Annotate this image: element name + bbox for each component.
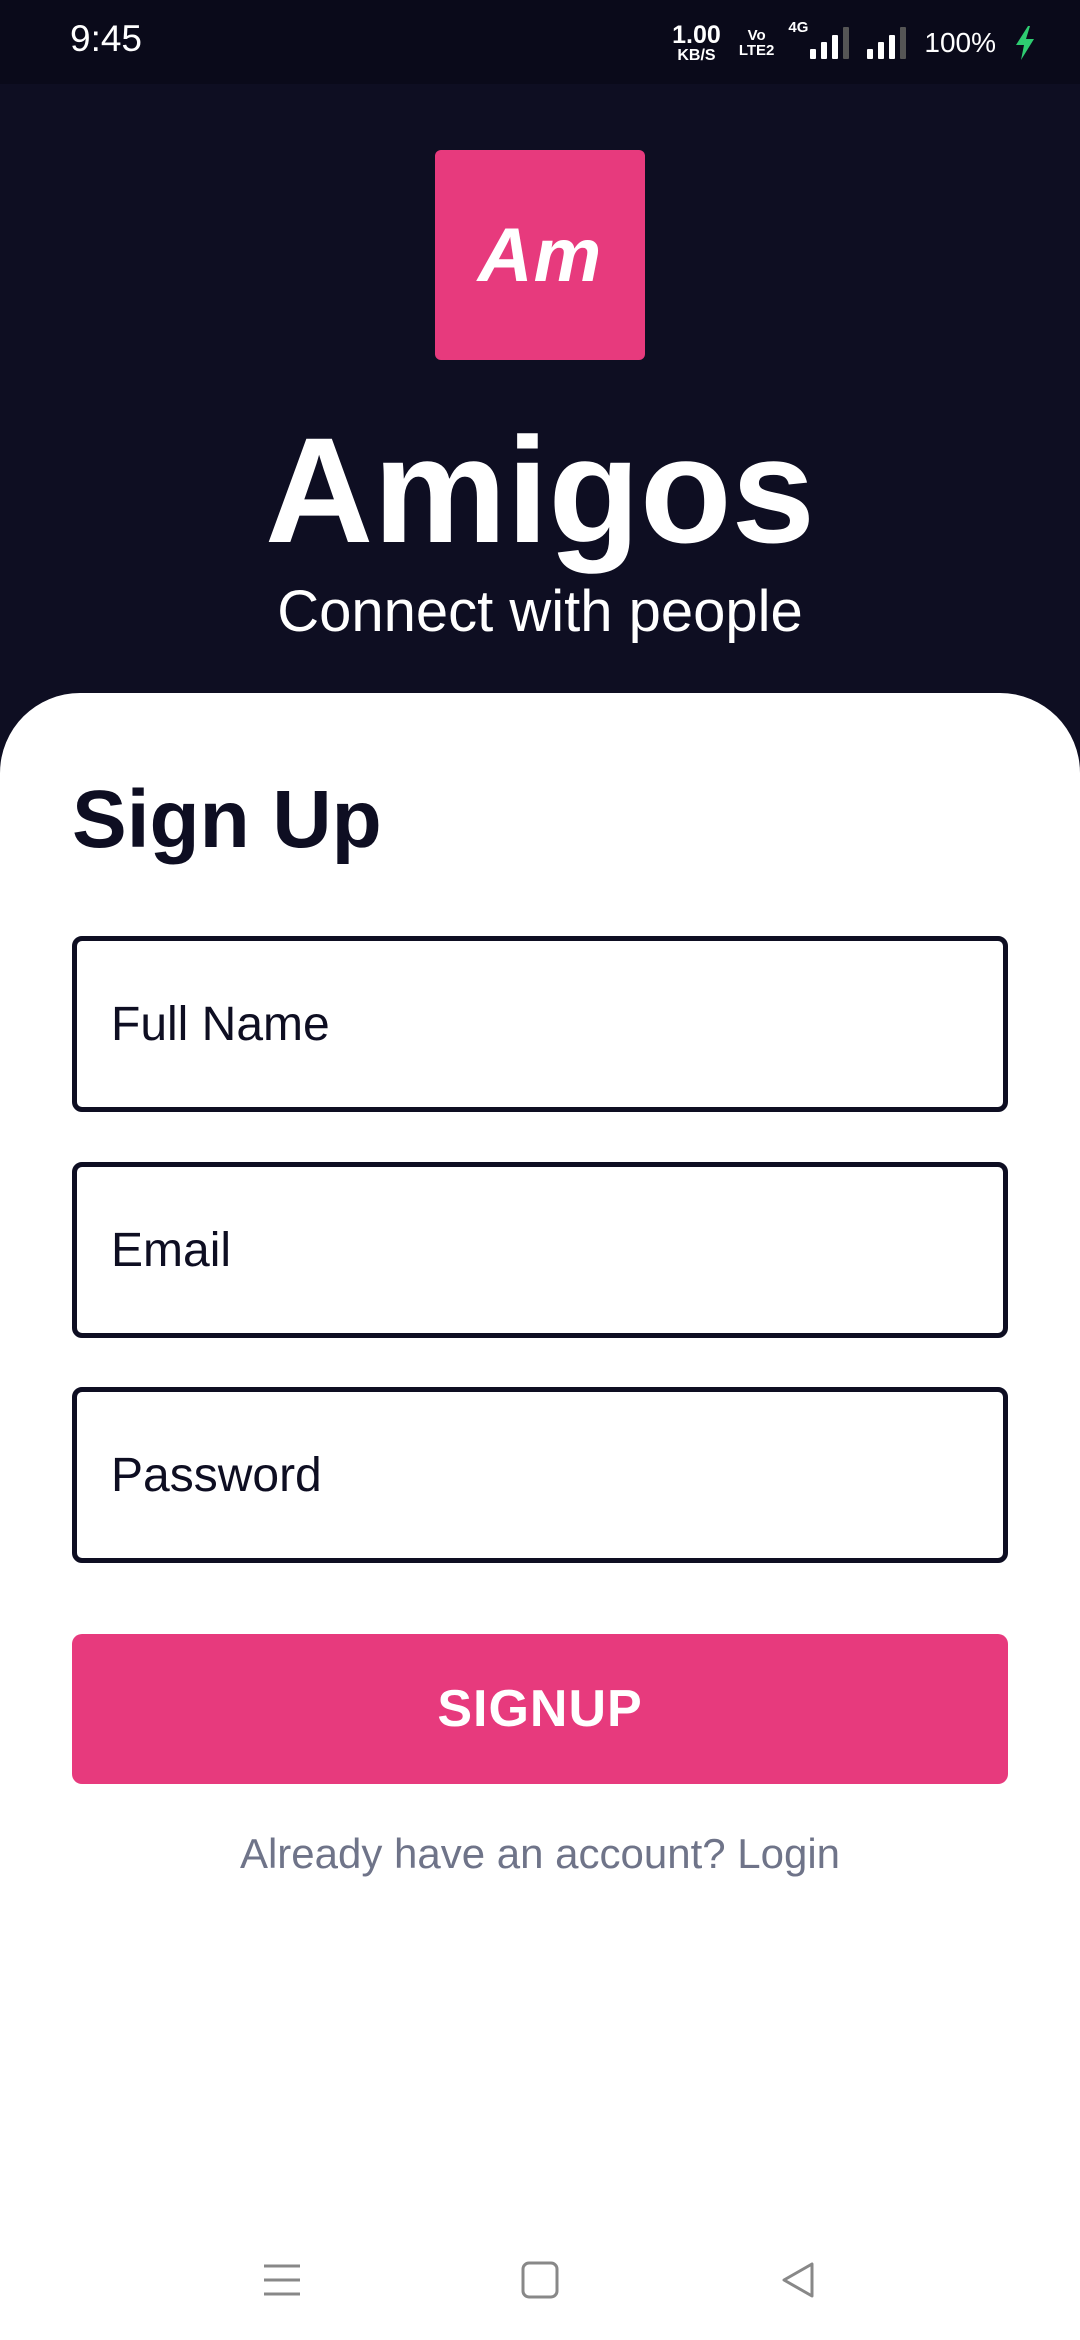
menu-icon[interactable] (242, 2240, 322, 2320)
volte-top: Vo (747, 27, 766, 44)
full-name-input[interactable] (77, 941, 1003, 1107)
network-speed-icon: 1.00 KB/S (672, 20, 721, 64)
signal-4g-icon: 4G (788, 19, 850, 59)
status-bar: 9:45 1.00 KB/S Vo LTE2 4G 100% (0, 0, 1080, 84)
status-time: 9:45 (70, 18, 143, 59)
network-type: 4G (788, 19, 809, 36)
full-name-field[interactable] (72, 936, 1008, 1112)
password-field[interactable] (72, 1387, 1008, 1563)
login-link[interactable]: Already have an account? Login (0, 1830, 1080, 1878)
signup-button[interactable]: SIGNUP (72, 1634, 1008, 1784)
page-title: Sign Up (72, 774, 382, 865)
email-field[interactable] (72, 1162, 1008, 1338)
app-logo: Am (435, 150, 645, 360)
logo-text: Am (477, 212, 603, 298)
system-nav-bar (0, 2220, 1080, 2340)
signal-icon (867, 27, 907, 59)
app-name: Amigos (264, 406, 816, 574)
signup-card: Sign Up SIGNUP Already have an account? … (0, 693, 1080, 2340)
app-tagline: Connect with people (277, 579, 803, 644)
password-input[interactable] (77, 1392, 1003, 1558)
volte-bottom: LTE2 (738, 42, 775, 59)
charging-bolt-icon (1016, 26, 1034, 60)
status-icons: 1.00 KB/S Vo LTE2 4G 100% (672, 19, 1036, 66)
volte-icon: Vo LTE2 (739, 28, 775, 58)
home-icon[interactable] (500, 2240, 580, 2320)
back-icon[interactable] (758, 2240, 838, 2320)
network-speed-unit: KB/S (677, 46, 716, 64)
email-input[interactable] (77, 1167, 1003, 1333)
battery-level: 100% (924, 27, 996, 58)
network-speed-value: 1.00 (672, 20, 721, 49)
